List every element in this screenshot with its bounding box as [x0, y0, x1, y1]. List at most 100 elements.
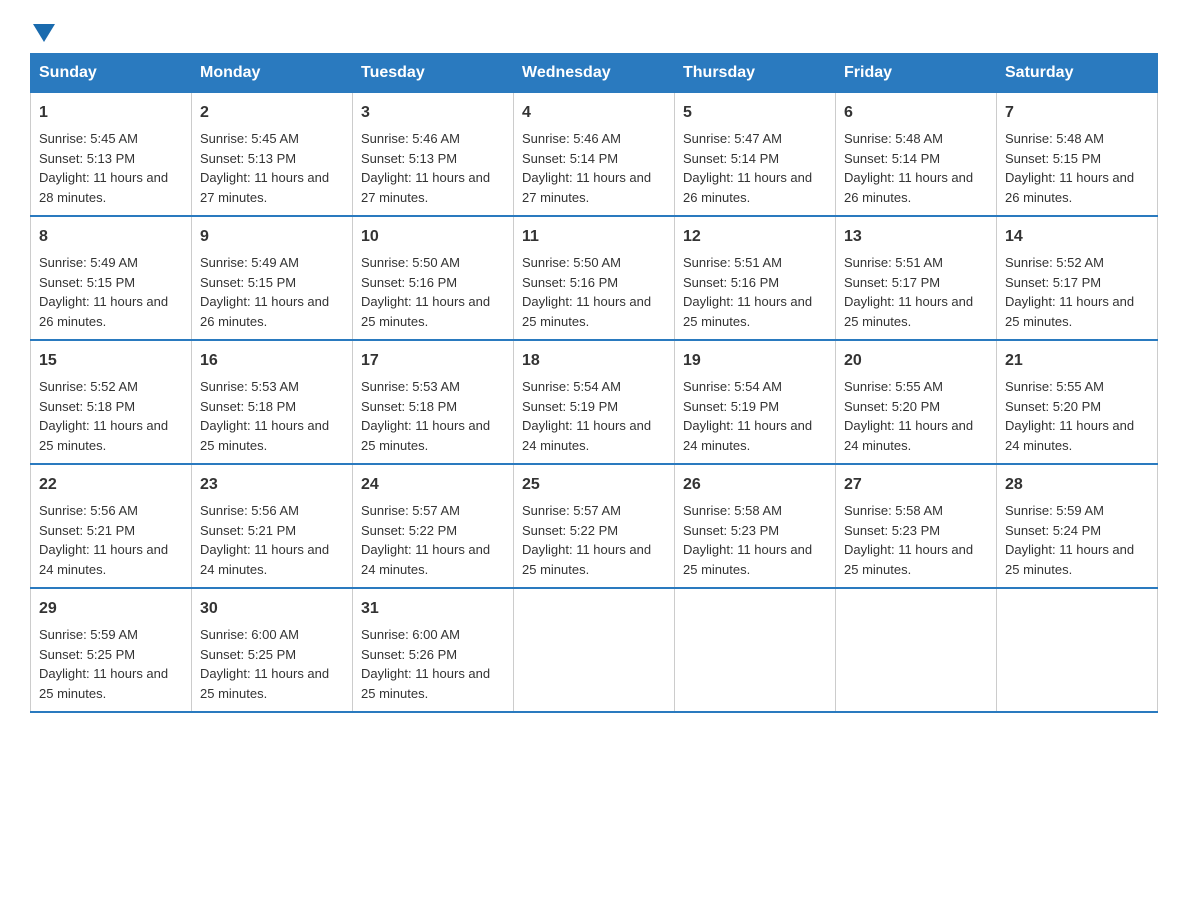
sunrise-label: Sunrise: 5:57 AM — [522, 503, 621, 518]
sunrise-label: Sunrise: 5:52 AM — [1005, 255, 1104, 270]
day-number: 23 — [200, 473, 344, 497]
daylight-label: Daylight: 11 hours and 26 minutes. — [200, 294, 329, 329]
sunset-label: Sunset: 5:21 PM — [39, 523, 135, 538]
sunset-label: Sunset: 5:15 PM — [200, 275, 296, 290]
sunrise-label: Sunrise: 5:50 AM — [522, 255, 621, 270]
header-wednesday: Wednesday — [514, 54, 675, 93]
sunset-label: Sunset: 5:23 PM — [683, 523, 779, 538]
daylight-label: Daylight: 11 hours and 25 minutes. — [39, 418, 168, 453]
sunset-label: Sunset: 5:18 PM — [200, 399, 296, 414]
calendar-cell: 15 Sunrise: 5:52 AM Sunset: 5:18 PM Dayl… — [31, 340, 192, 464]
logo-triangle-icon — [33, 24, 55, 42]
sunset-label: Sunset: 5:24 PM — [1005, 523, 1101, 538]
day-number: 21 — [1005, 349, 1149, 373]
sunrise-label: Sunrise: 5:51 AM — [844, 255, 943, 270]
day-number: 9 — [200, 225, 344, 249]
week-row-5: 29 Sunrise: 5:59 AM Sunset: 5:25 PM Dayl… — [31, 588, 1158, 712]
sunset-label: Sunset: 5:22 PM — [361, 523, 457, 538]
calendar-header-row: SundayMondayTuesdayWednesdayThursdayFrid… — [31, 54, 1158, 93]
daylight-label: Daylight: 11 hours and 25 minutes. — [361, 418, 490, 453]
day-number: 5 — [683, 101, 827, 125]
calendar-cell: 10 Sunrise: 5:50 AM Sunset: 5:16 PM Dayl… — [353, 216, 514, 340]
daylight-label: Daylight: 11 hours and 26 minutes. — [683, 170, 812, 205]
calendar-cell: 3 Sunrise: 5:46 AM Sunset: 5:13 PM Dayli… — [353, 93, 514, 217]
daylight-label: Daylight: 11 hours and 25 minutes. — [39, 666, 168, 701]
daylight-label: Daylight: 11 hours and 27 minutes. — [200, 170, 329, 205]
sunset-label: Sunset: 5:16 PM — [361, 275, 457, 290]
header-sunday: Sunday — [31, 54, 192, 93]
daylight-label: Daylight: 11 hours and 25 minutes. — [844, 294, 973, 329]
sunrise-label: Sunrise: 5:54 AM — [683, 379, 782, 394]
sunrise-label: Sunrise: 5:45 AM — [200, 131, 299, 146]
sunset-label: Sunset: 5:19 PM — [683, 399, 779, 414]
calendar-cell — [997, 588, 1158, 712]
day-number: 29 — [39, 597, 183, 621]
sunrise-label: Sunrise: 5:59 AM — [1005, 503, 1104, 518]
sunrise-label: Sunrise: 5:58 AM — [844, 503, 943, 518]
calendar-cell — [675, 588, 836, 712]
day-number: 11 — [522, 225, 666, 249]
calendar-cell: 6 Sunrise: 5:48 AM Sunset: 5:14 PM Dayli… — [836, 93, 997, 217]
daylight-label: Daylight: 11 hours and 24 minutes. — [844, 418, 973, 453]
day-number: 22 — [39, 473, 183, 497]
daylight-label: Daylight: 11 hours and 25 minutes. — [361, 294, 490, 329]
header-friday: Friday — [836, 54, 997, 93]
daylight-label: Daylight: 11 hours and 25 minutes. — [200, 418, 329, 453]
sunset-label: Sunset: 5:13 PM — [200, 151, 296, 166]
sunrise-label: Sunrise: 5:45 AM — [39, 131, 138, 146]
day-number: 1 — [39, 101, 183, 125]
daylight-label: Daylight: 11 hours and 24 minutes. — [361, 542, 490, 577]
day-number: 26 — [683, 473, 827, 497]
calendar-cell: 28 Sunrise: 5:59 AM Sunset: 5:24 PM Dayl… — [997, 464, 1158, 588]
sunset-label: Sunset: 5:23 PM — [844, 523, 940, 538]
sunset-label: Sunset: 5:21 PM — [200, 523, 296, 538]
sunrise-label: Sunrise: 5:48 AM — [844, 131, 943, 146]
sunrise-label: Sunrise: 5:52 AM — [39, 379, 138, 394]
daylight-label: Daylight: 11 hours and 25 minutes. — [361, 666, 490, 701]
calendar-cell: 19 Sunrise: 5:54 AM Sunset: 5:19 PM Dayl… — [675, 340, 836, 464]
header-thursday: Thursday — [675, 54, 836, 93]
calendar-cell: 8 Sunrise: 5:49 AM Sunset: 5:15 PM Dayli… — [31, 216, 192, 340]
day-number: 6 — [844, 101, 988, 125]
sunrise-label: Sunrise: 5:48 AM — [1005, 131, 1104, 146]
sunrise-label: Sunrise: 6:00 AM — [361, 627, 460, 642]
day-number: 18 — [522, 349, 666, 373]
sunset-label: Sunset: 5:18 PM — [361, 399, 457, 414]
sunrise-label: Sunrise: 5:55 AM — [1005, 379, 1104, 394]
sunrise-label: Sunrise: 5:54 AM — [522, 379, 621, 394]
header-tuesday: Tuesday — [353, 54, 514, 93]
sunrise-label: Sunrise: 5:47 AM — [683, 131, 782, 146]
sunrise-label: Sunrise: 5:51 AM — [683, 255, 782, 270]
sunrise-label: Sunrise: 5:46 AM — [361, 131, 460, 146]
calendar-cell: 16 Sunrise: 5:53 AM Sunset: 5:18 PM Dayl… — [192, 340, 353, 464]
calendar-cell: 27 Sunrise: 5:58 AM Sunset: 5:23 PM Dayl… — [836, 464, 997, 588]
calendar-cell: 23 Sunrise: 5:56 AM Sunset: 5:21 PM Dayl… — [192, 464, 353, 588]
daylight-label: Daylight: 11 hours and 25 minutes. — [200, 666, 329, 701]
calendar-cell: 24 Sunrise: 5:57 AM Sunset: 5:22 PM Dayl… — [353, 464, 514, 588]
daylight-label: Daylight: 11 hours and 25 minutes. — [683, 294, 812, 329]
day-number: 13 — [844, 225, 988, 249]
sunrise-label: Sunrise: 5:59 AM — [39, 627, 138, 642]
daylight-label: Daylight: 11 hours and 24 minutes. — [200, 542, 329, 577]
sunset-label: Sunset: 5:22 PM — [522, 523, 618, 538]
day-number: 28 — [1005, 473, 1149, 497]
sunset-label: Sunset: 5:20 PM — [844, 399, 940, 414]
sunset-label: Sunset: 5:14 PM — [844, 151, 940, 166]
week-row-1: 1 Sunrise: 5:45 AM Sunset: 5:13 PM Dayli… — [31, 93, 1158, 217]
sunrise-label: Sunrise: 6:00 AM — [200, 627, 299, 642]
sunset-label: Sunset: 5:14 PM — [683, 151, 779, 166]
daylight-label: Daylight: 11 hours and 27 minutes. — [522, 170, 651, 205]
daylight-label: Daylight: 11 hours and 27 minutes. — [361, 170, 490, 205]
sunset-label: Sunset: 5:19 PM — [522, 399, 618, 414]
day-number: 24 — [361, 473, 505, 497]
sunset-label: Sunset: 5:14 PM — [522, 151, 618, 166]
daylight-label: Daylight: 11 hours and 25 minutes. — [522, 542, 651, 577]
sunrise-label: Sunrise: 5:49 AM — [39, 255, 138, 270]
header-saturday: Saturday — [997, 54, 1158, 93]
day-number: 27 — [844, 473, 988, 497]
calendar-cell: 14 Sunrise: 5:52 AM Sunset: 5:17 PM Dayl… — [997, 216, 1158, 340]
day-number: 2 — [200, 101, 344, 125]
calendar-cell: 13 Sunrise: 5:51 AM Sunset: 5:17 PM Dayl… — [836, 216, 997, 340]
calendar-cell: 5 Sunrise: 5:47 AM Sunset: 5:14 PM Dayli… — [675, 93, 836, 217]
sunrise-label: Sunrise: 5:56 AM — [200, 503, 299, 518]
